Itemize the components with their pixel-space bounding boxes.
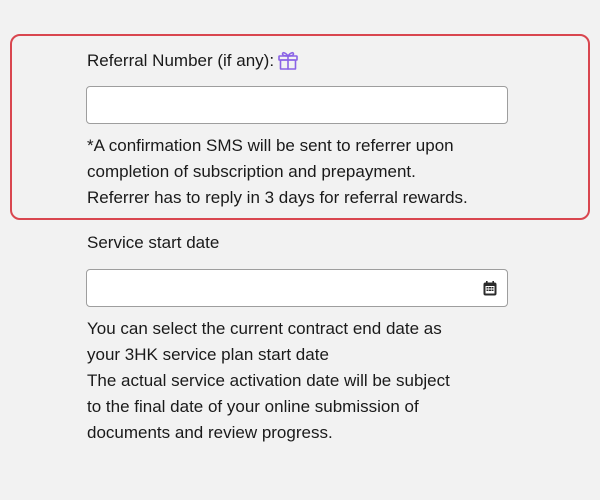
calendar-icon[interactable]	[481, 279, 499, 297]
service-start-note-line: your 3HK service plan start date	[87, 345, 329, 364]
service-start-note-line: The actual service activation date will …	[87, 371, 450, 390]
service-start-note-line: You can select the current contract end …	[87, 319, 442, 338]
referral-number-label-text: Referral Number (if any):	[87, 51, 275, 70]
service-start-date-label: Service start date	[87, 233, 220, 252]
referral-note: *A confirmation SMS will be sent to refe…	[87, 133, 468, 211]
service-start-date-input[interactable]	[86, 269, 508, 307]
referral-number-input[interactable]	[86, 86, 508, 124]
service-start-note-line: to the final date of your online submiss…	[87, 397, 419, 416]
referral-number-label: Referral Number (if any):	[87, 50, 300, 72]
service-start-date-note: You can select the current contract end …	[87, 316, 450, 446]
referral-note-line: completion of subscription and prepaymen…	[87, 162, 416, 181]
referral-note-line: Referrer has to reply in 3 days for refe…	[87, 188, 468, 207]
referral-note-line: *A confirmation SMS will be sent to refe…	[87, 136, 454, 155]
service-start-note-line: documents and review progress.	[87, 423, 333, 442]
gift-icon	[276, 48, 300, 72]
